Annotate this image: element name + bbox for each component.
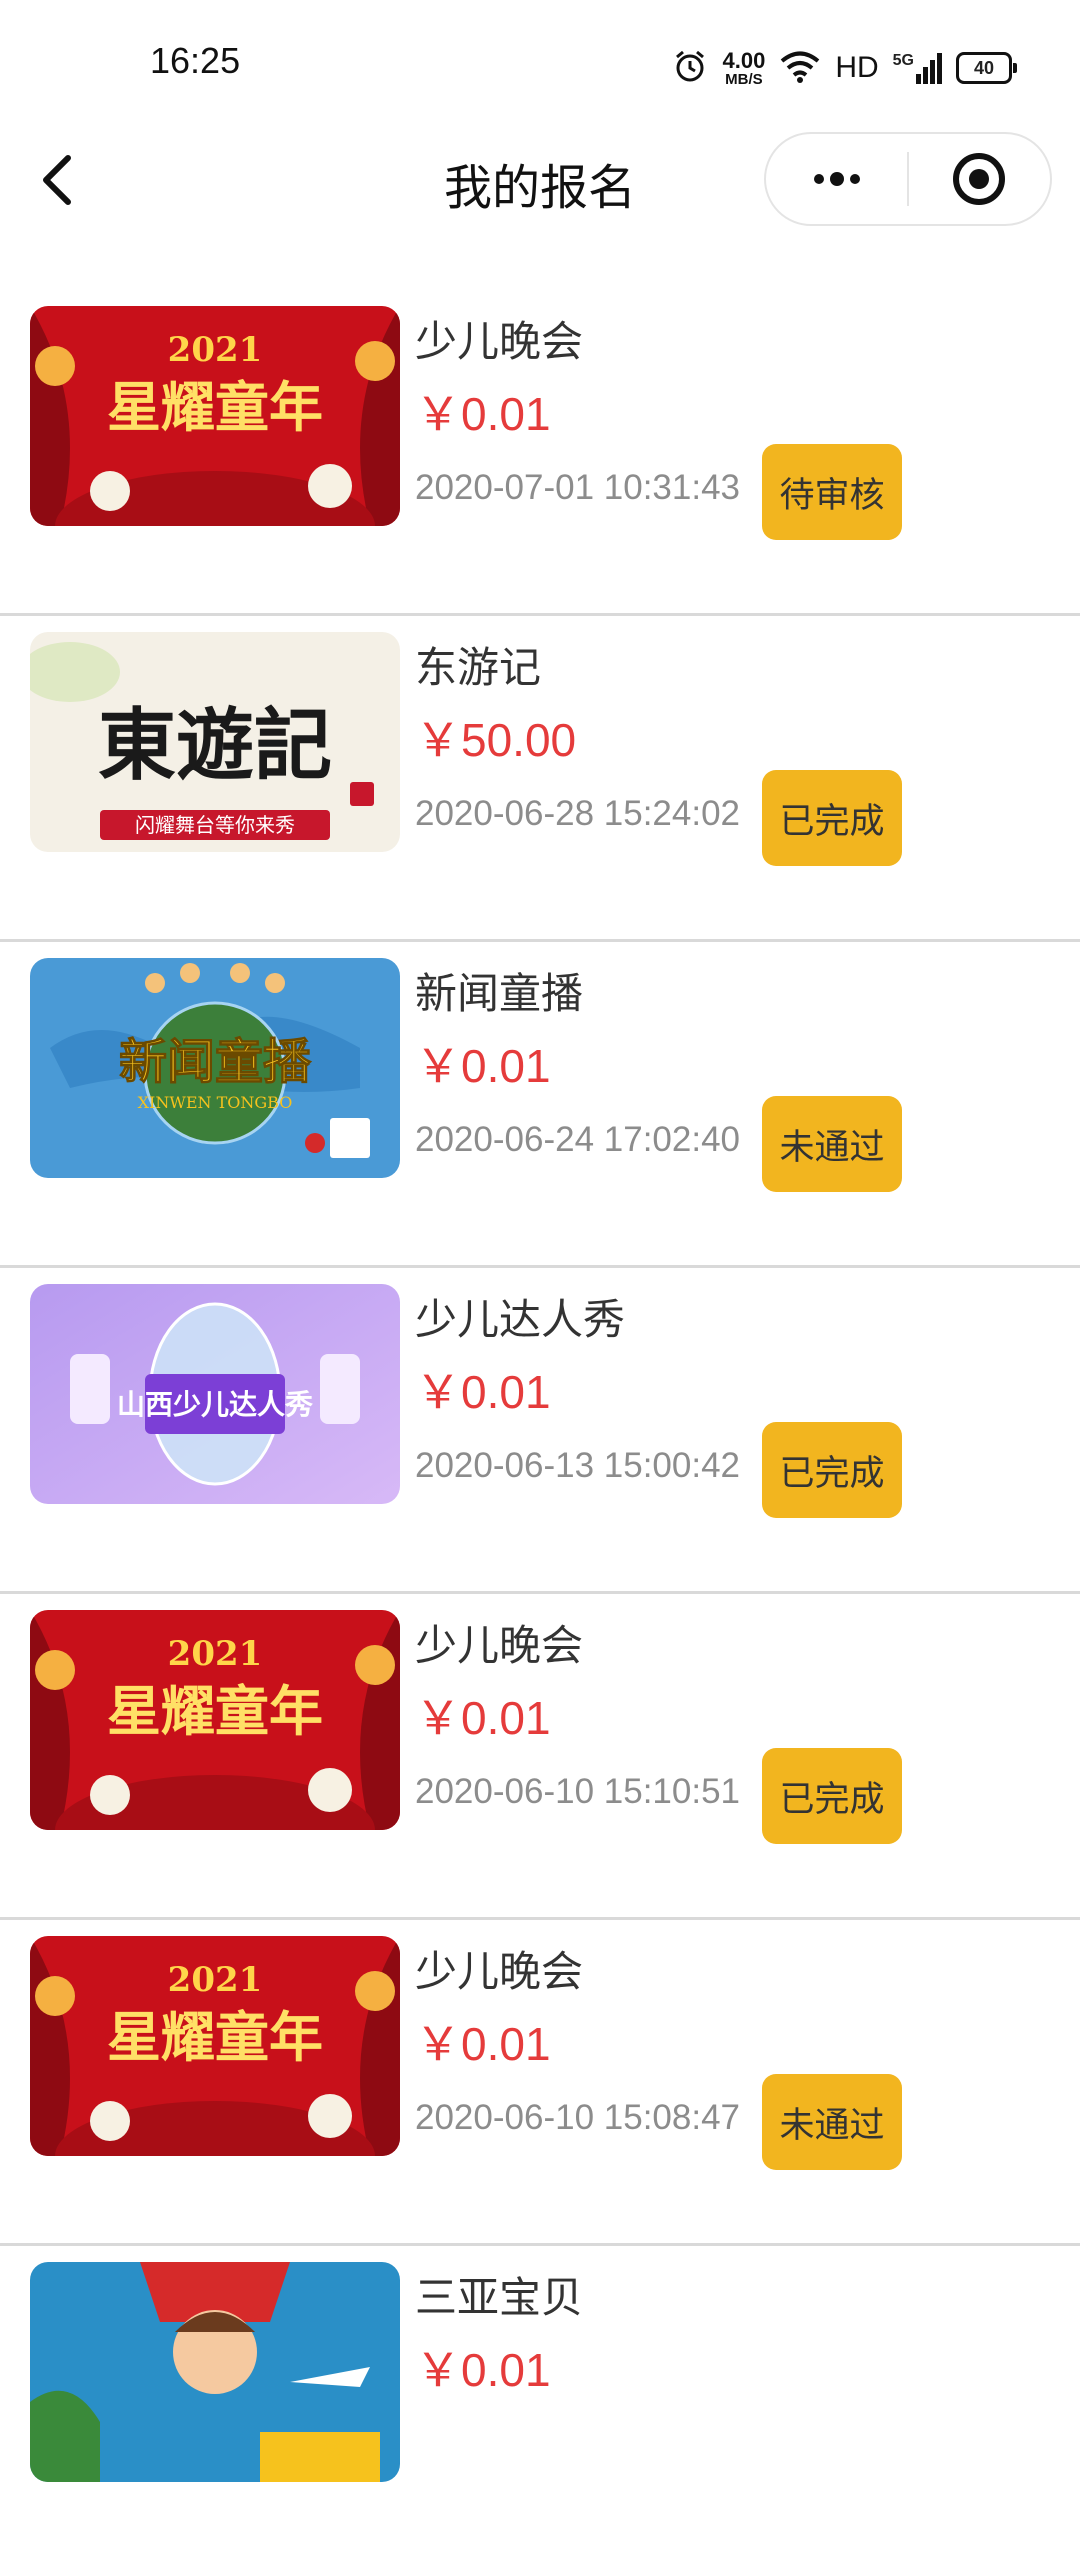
event-price: ￥50.00 (415, 714, 577, 766)
event-poster: 2021 星耀童年 (30, 306, 400, 526)
event-poster: 新闻童播 XINWEN TONGBO (30, 958, 400, 1178)
poster-year: 2021 (168, 1634, 263, 1674)
event-price: ￥0.01 (415, 1692, 551, 1744)
list-item[interactable]: 山西少儿达人秀 少儿达人秀 ￥0.01 2020-06-13 15:00:42 … (0, 1268, 1080, 1594)
poster-subtitle: XINWEN TONGBO (138, 1093, 293, 1112)
event-poster (30, 2262, 400, 2482)
event-name: 少儿晚会 (415, 1621, 584, 1670)
event-name: 三亚宝贝 (415, 2273, 584, 2322)
event-price: ￥0.01 (415, 388, 551, 440)
poster-title: 星耀童年 (107, 1680, 323, 1743)
list-item[interactable]: 2021 星耀童年 少儿晚会 ￥0.01 2020-07-01 10:31:43… (0, 290, 1080, 616)
event-name: 少儿达人秀 (415, 1295, 626, 1344)
list-item[interactable]: 三亚宝贝 ￥0.01 (0, 2246, 1080, 2572)
list-item[interactable]: 新闻童播 XINWEN TONGBO 新闻童播 ￥0.01 2020-06-24… (0, 942, 1080, 1268)
registration-date: 2020-07-01 10:31:43 (415, 468, 740, 507)
wifi-icon (779, 49, 821, 87)
registration-date: 2020-06-13 15:00:42 (415, 1446, 740, 1485)
status-time: 16:25 (150, 40, 241, 81)
signal-label: 5G (892, 52, 914, 69)
list-item[interactable]: 2021 星耀童年 少儿晚会 ￥0.01 2020-06-10 15:10:51… (0, 1594, 1080, 1920)
status-button[interactable]: 待审核 (762, 444, 902, 540)
event-poster: 山西少儿达人秀 (30, 1284, 400, 1504)
poster-title: 山西少儿达人秀 (117, 1388, 313, 1421)
event-poster: 2021 星耀童年 (30, 1610, 400, 1830)
poster-year: 2021 (168, 330, 263, 370)
event-poster: 東遊記 闪耀舞台等你来秀 (30, 632, 400, 852)
event-name: 少儿晚会 (415, 317, 584, 366)
status-button[interactable]: 已完成 (762, 770, 902, 866)
more-button[interactable] (766, 134, 907, 224)
registration-date: 2020-06-28 15:24:02 (415, 794, 740, 833)
event-name: 新闻童播 (415, 969, 584, 1018)
list-item[interactable]: 東遊記 闪耀舞台等你来秀 东游记 ￥50.00 2020-06-28 15:24… (0, 616, 1080, 942)
poster-banner: 闪耀舞台等你来秀 (135, 813, 295, 837)
registration-date: 2020-06-10 15:10:51 (415, 1772, 740, 1811)
event-poster: 2021 星耀童年 (30, 1936, 400, 2156)
hd-indicator: HD (835, 51, 879, 84)
registration-list: 2021 星耀童年 少儿晚会 ￥0.01 2020-07-01 10:31:43… (0, 290, 1080, 2572)
network-speed-value: 4.00 (722, 47, 766, 73)
alarm-icon (672, 48, 708, 88)
event-price: ￥0.01 (415, 2344, 551, 2396)
status-bar: 16:25 4.00 MB/S HD 5G 40 (0, 0, 1080, 130)
registration-date: 2020-06-10 15:08:47 (415, 2098, 740, 2137)
mini-program-capsule (764, 132, 1052, 226)
event-name: 东游记 (415, 643, 542, 692)
list-item[interactable]: 2021 星耀童年 少儿晚会 ￥0.01 2020-06-10 15:08:47… (0, 1920, 1080, 2246)
poster-title: 星耀童年 (107, 376, 323, 439)
signal-icon: 5G (893, 52, 942, 84)
status-icons: 4.00 MB/S HD 5G 40 (672, 46, 1017, 90)
status-button[interactable]: 已完成 (762, 1422, 902, 1518)
network-speed-unit: MB/S (725, 70, 763, 88)
poster-title: 新闻童播 (119, 1034, 312, 1090)
more-dots-icon (813, 172, 860, 186)
poster-title: 星耀童年 (107, 2006, 323, 2069)
status-button[interactable]: 未通过 (762, 1096, 902, 1192)
close-button[interactable] (909, 134, 1050, 224)
navigation-bar: 我的报名 (0, 130, 1080, 250)
event-price: ￥0.01 (415, 2018, 551, 2070)
event-name: 少儿晚会 (415, 1947, 584, 1996)
poster-year: 2021 (168, 1960, 263, 2000)
registration-date: 2020-06-24 17:02:40 (415, 1120, 740, 1159)
status-button[interactable]: 未通过 (762, 2074, 902, 2170)
network-speed: 4.00 MB/S (722, 47, 766, 88)
status-button[interactable]: 已完成 (762, 1748, 902, 1844)
event-price: ￥0.01 (415, 1366, 551, 1418)
battery-indicator: 40 (956, 52, 1017, 84)
poster-title: 東遊記 (98, 700, 332, 791)
target-circle-icon (953, 153, 1006, 205)
event-price: ￥0.01 (415, 1040, 551, 1092)
